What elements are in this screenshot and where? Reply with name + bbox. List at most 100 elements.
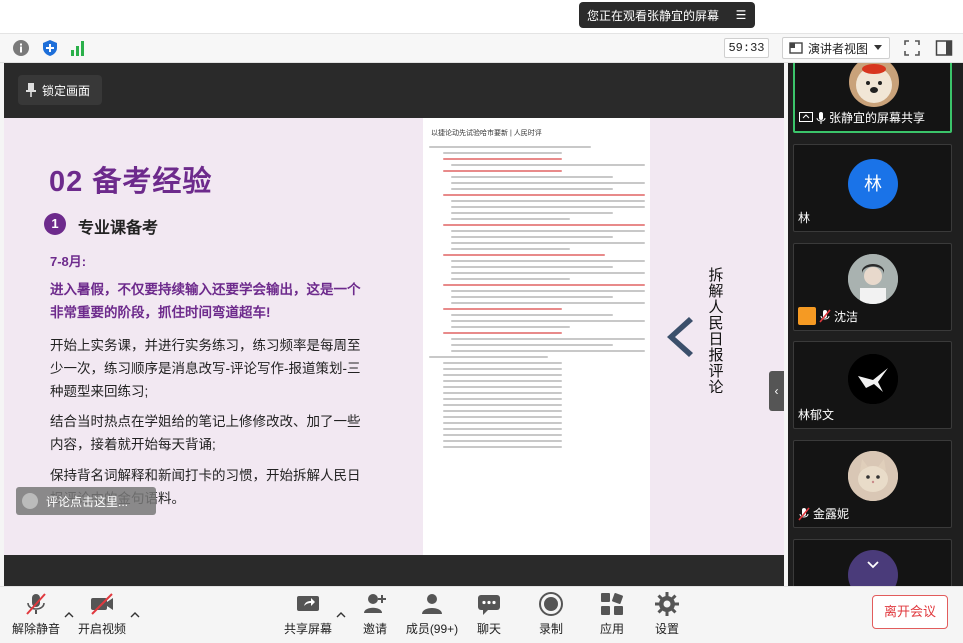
- doc-line: [451, 302, 645, 304]
- record-button[interactable]: 录制: [536, 591, 566, 641]
- invite-button[interactable]: 邀请: [360, 591, 390, 641]
- meeting-timer: 59:33: [724, 38, 769, 58]
- participant-name-text: 沈洁: [834, 309, 859, 324]
- doc-line: [451, 272, 645, 274]
- doc-line: [429, 356, 548, 358]
- doc-line: [451, 314, 613, 316]
- screen-sharing-banner[interactable]: 您正在观看张静宜的屏幕 ☰: [579, 2, 755, 28]
- speaker-view-icon: [789, 42, 803, 54]
- shared-screen-stage: 锁定画面 02 备考经验 1 专业课备考 7-8月: 进入暑假，不仅要持续输入还…: [4, 63, 784, 586]
- settings-label: 设置: [654, 622, 679, 636]
- shield-icon[interactable]: [41, 39, 59, 57]
- settings-button[interactable]: 设置: [652, 591, 682, 641]
- doc-line: [443, 428, 562, 430]
- comment-input[interactable]: 评论点击这里...: [16, 487, 156, 515]
- chevron-up-icon[interactable]: [130, 610, 140, 620]
- members-button[interactable]: 成员(99+): [404, 591, 460, 641]
- chat-label: 聊天: [476, 622, 501, 636]
- lock-view-label: 锁定画面: [42, 83, 91, 98]
- doc-line: [443, 224, 645, 226]
- section-number-badge: 1: [44, 213, 66, 235]
- initial-avatar: 林: [848, 159, 898, 209]
- slide-paragraph: 开始上实务课，并进行实务练习，练习频率是每周至少一次，练习顺序是消息改写-评论写…: [50, 338, 361, 399]
- chevron-down-icon: [874, 45, 882, 50]
- apps-button[interactable]: 应用: [597, 591, 627, 641]
- participant-tile[interactable]: 林郁文: [793, 341, 952, 429]
- lock-view-button[interactable]: 锁定画面: [18, 75, 102, 105]
- participant-tile[interactable]: 张静宜的屏幕共享: [793, 63, 952, 133]
- muted-microphone-icon: [798, 506, 810, 521]
- doc-line: [443, 254, 605, 256]
- participant-list: 张静宜的屏幕共享 林 林 沈洁 林郁文 金露妮: [788, 63, 963, 586]
- participant-tile[interactable]: [793, 539, 952, 586]
- doc-line: [451, 296, 613, 298]
- doc-line: [451, 206, 645, 208]
- participant-name-text: 张静宜的屏幕共享: [829, 111, 926, 125]
- doc-line: [451, 338, 645, 340]
- doc-line: [451, 236, 613, 238]
- share-screen-icon: [297, 596, 319, 611]
- sidebar-layout-icon[interactable]: [935, 39, 953, 57]
- cat-avatar: [848, 451, 898, 501]
- fullscreen-icon[interactable]: [903, 39, 921, 57]
- doc-line: [451, 350, 645, 352]
- view-mode-select[interactable]: 演讲者视图: [782, 37, 890, 59]
- window-title-bar: 您正在观看张静宜的屏幕 ☰: [0, 0, 963, 34]
- doc-line: [451, 212, 613, 214]
- doc-line: [443, 308, 562, 310]
- record-icon: [539, 592, 563, 616]
- share-screen-button[interactable]: 共享屏幕: [284, 591, 332, 641]
- embedded-document-page: 以捷论动先试验哈市要新 | 人民时评: [423, 118, 650, 555]
- unmute-label: 解除静音: [12, 622, 61, 636]
- doc-line: [443, 398, 562, 400]
- doc-line: [443, 368, 562, 370]
- start-video-button[interactable]: 开启视频: [78, 591, 126, 641]
- participant-name: 张静宜的屏幕共享: [799, 109, 925, 126]
- chevron-up-icon[interactable]: [336, 610, 346, 620]
- chevron-down-icon[interactable]: [866, 560, 880, 570]
- chevron-left-icon: [667, 317, 693, 357]
- participant-name-text: 林: [798, 211, 811, 225]
- doc-line: [451, 176, 613, 178]
- photo-avatar: [848, 254, 898, 304]
- slide-date-range: 7-8月:: [50, 254, 87, 269]
- doc-line: [443, 446, 562, 448]
- start-video-label: 开启视频: [78, 622, 127, 636]
- doc-line: [443, 380, 562, 382]
- doc-line: [443, 410, 562, 412]
- apps-label: 应用: [599, 622, 624, 636]
- chat-button[interactable]: 聊天: [474, 591, 504, 641]
- doc-line: [451, 278, 570, 280]
- participant-tile[interactable]: 沈洁: [793, 243, 952, 331]
- unmute-button[interactable]: 解除静音: [12, 591, 60, 641]
- collapse-panel-button[interactable]: ‹: [769, 371, 784, 411]
- signal-strength-icon[interactable]: [69, 39, 87, 57]
- doc-line: [443, 416, 562, 418]
- slide-subtitle: 专业课备考: [78, 220, 159, 237]
- participant-name: 林: [798, 209, 810, 226]
- doc-line: [451, 344, 613, 346]
- doc-line: [443, 362, 562, 364]
- dog-avatar: [849, 63, 899, 107]
- menu-icon[interactable]: ☰: [733, 6, 749, 24]
- doc-line: [443, 404, 562, 406]
- doc-line: [451, 164, 645, 166]
- info-icon[interactable]: [12, 39, 30, 57]
- leave-meeting-button[interactable]: 离开会议: [872, 595, 948, 629]
- doc-line: [443, 152, 562, 154]
- doc-line: [443, 374, 562, 376]
- slide-emphasis-text: 进入暑假，不仅要持续输入还要学会输出，这是一个非常重要的阶段，抓住时间弯道超车!: [50, 282, 361, 320]
- participant-tile[interactable]: 金露妮: [793, 440, 952, 528]
- chevron-up-icon[interactable]: [64, 610, 74, 620]
- participant-name: 林郁文: [798, 406, 834, 423]
- doc-line: [443, 392, 562, 394]
- doc-line: [443, 332, 562, 334]
- doc-line: [443, 386, 562, 388]
- doc-line: [443, 284, 645, 286]
- document-title: 以捷论动先试验哈市要新 | 人民时评: [431, 130, 542, 137]
- document-body-lines: [429, 146, 645, 452]
- doc-line: [443, 158, 562, 160]
- participant-tile[interactable]: 林 林: [793, 144, 952, 232]
- doc-line: [451, 320, 645, 322]
- participant-name-text: 林郁文: [798, 408, 835, 422]
